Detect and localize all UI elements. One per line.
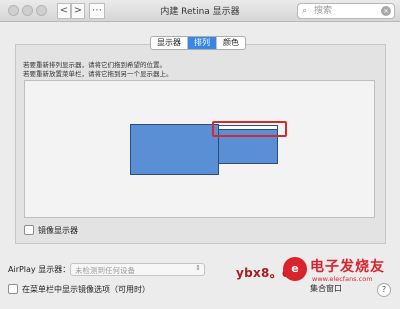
- tab-displays[interactable]: 显示器: [151, 37, 188, 49]
- airplay-select[interactable]: 未检测到任何设备 ⇕: [70, 263, 205, 276]
- tab-bar: 显示器 排列 颜色: [150, 36, 246, 50]
- airplay-select-value: 未检测到任何设备: [75, 266, 135, 275]
- tab-color[interactable]: 颜色: [217, 37, 245, 49]
- instruction-line-2: 若要重新放置菜单栏，请将它拖到另一个显示器上。: [23, 70, 173, 78]
- show-mirror-options-checkbox[interactable]: [8, 284, 18, 294]
- logo-main-text: 电子发烧友: [310, 259, 385, 275]
- elecfans-logo: e 电子发烧友 www.elecfans.com: [283, 253, 393, 291]
- airplay-label: AirPlay 显示器：: [8, 265, 71, 274]
- chevron-updown-icon: ⇕: [195, 264, 201, 272]
- menu-bar-highlight: [212, 121, 287, 137]
- show-mirror-options-label: 在菜单栏中显示镜像选项（可用时）: [22, 285, 150, 294]
- logo-mark-icon: e: [283, 257, 307, 281]
- main-display[interactable]: [130, 124, 219, 175]
- search-placeholder: 搜索: [314, 6, 333, 16]
- search-field[interactable]: ⌕ 搜索 ×: [297, 3, 395, 19]
- tab-arrangement[interactable]: 排列: [188, 37, 217, 49]
- logo-sub-text: www.elecfans.com: [312, 275, 373, 283]
- title-bar: < > ⋯ 内建 Retina 显示器 ⌕ 搜索 ×: [0, 0, 400, 22]
- clear-search-icon[interactable]: ×: [381, 6, 391, 16]
- magnifier-icon: ⌕: [302, 6, 308, 16]
- mirror-displays-checkbox[interactable]: [24, 225, 34, 235]
- mirror-displays-label: 镜像显示器: [38, 226, 78, 235]
